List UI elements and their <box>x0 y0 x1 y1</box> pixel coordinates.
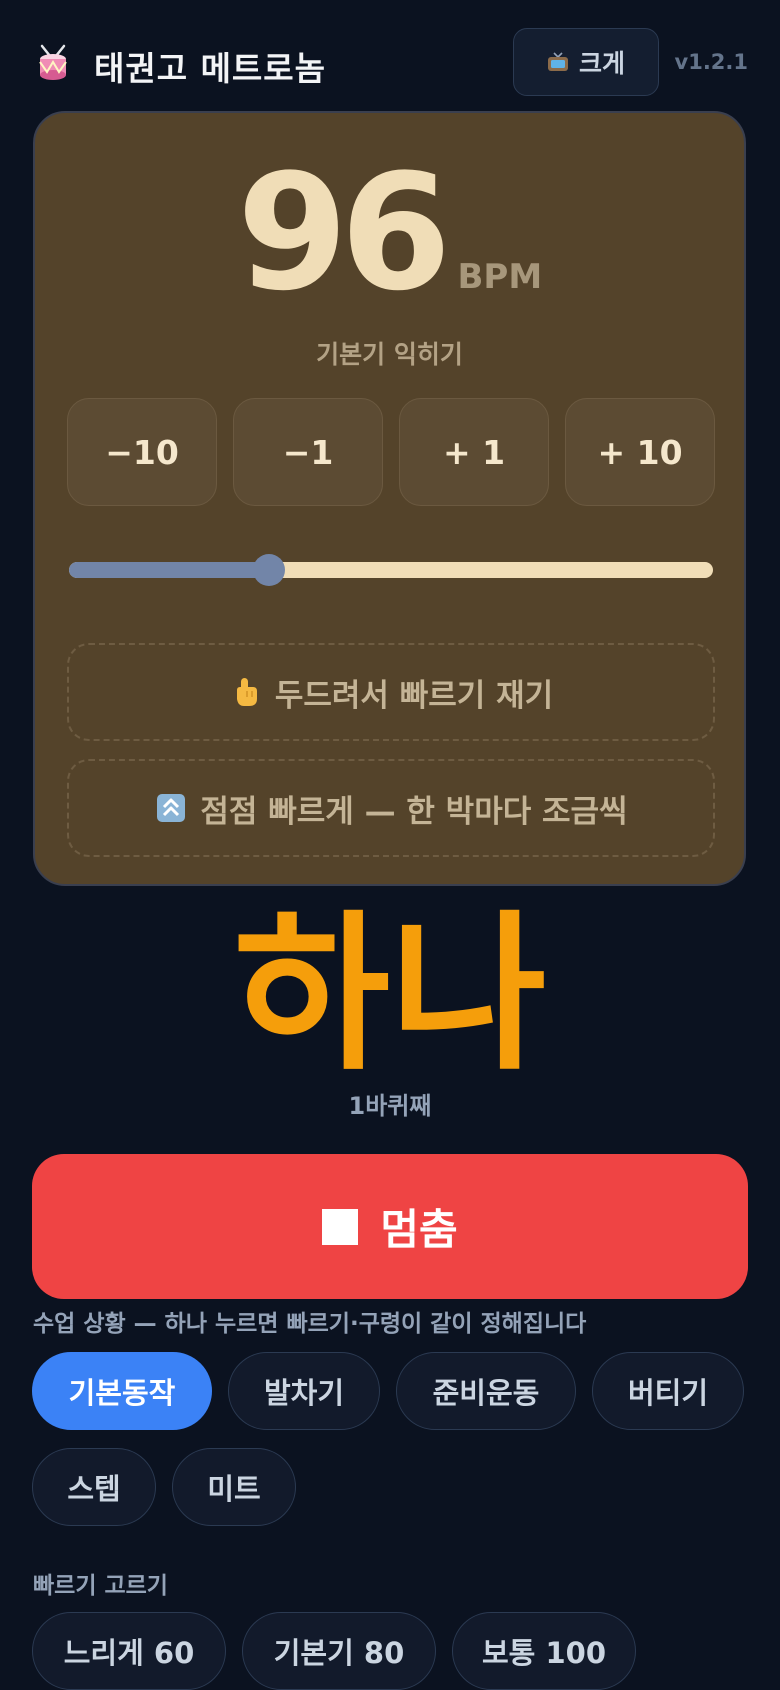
chip-speed-normal[interactable]: 보통 100 <box>452 1612 636 1690</box>
bpm-value: 96 <box>236 139 452 326</box>
ramp-tempo-button[interactable]: 점점 빠르게 — 한 박마다 조금씩 <box>67 759 715 857</box>
class-situation-label: 수업 상황 — 하나 누르면 빠르기·구령이 같이 정해집니다 <box>33 1311 587 1337</box>
bpm-step-buttons: −10 −1 + 1 + 10 <box>67 398 715 508</box>
tap-tempo-button[interactable]: 두드려서 빠르기 재기 <box>67 643 715 741</box>
stop-button-label: 멈춤 <box>380 1205 458 1254</box>
app-title: 태권고 메트로놈 <box>94 49 327 88</box>
ramp-tempo-label: 점점 빠르게 — 한 박마다 조금씩 <box>200 793 628 830</box>
big-mode-label: 크게 <box>578 49 625 78</box>
slider-thumb[interactable] <box>252 554 285 586</box>
chip-warmup[interactable]: 준비운동 <box>396 1352 576 1430</box>
chip-speed-slow[interactable]: 느리게 60 <box>32 1612 226 1690</box>
tap-tempo-label: 두드려서 빠르기 재기 <box>274 677 554 714</box>
bpm-minus-10-button[interactable]: −10 <box>67 398 217 506</box>
bpm-slider[interactable] <box>69 554 713 586</box>
stop-button[interactable]: 멈춤 <box>32 1154 748 1299</box>
stop-square-icon <box>322 1208 359 1245</box>
up-arrows-icon <box>157 794 186 822</box>
version-label: v1.2.1 <box>674 50 748 74</box>
chip-mitt[interactable]: 미트 <box>172 1448 296 1526</box>
speed-select-label: 빠르기 고르기 <box>33 1573 168 1599</box>
chip-speed-basic[interactable]: 기본기 80 <box>242 1612 436 1690</box>
app-header: 태권고 메트로놈 크게 v1.2.1 <box>32 28 748 98</box>
bpm-minus-1-button[interactable]: −1 <box>233 398 383 506</box>
chip-hold[interactable]: 버티기 <box>592 1352 744 1430</box>
big-mode-button[interactable]: 크게 <box>513 28 659 96</box>
tempo-mode-label: 기본기 익히기 <box>316 340 463 369</box>
drum-icon <box>39 44 67 80</box>
pointing-hand-icon <box>236 678 257 706</box>
chip-basic-moves[interactable]: 기본동작 <box>32 1352 212 1430</box>
slider-fill <box>69 562 269 578</box>
tv-icon <box>547 52 568 71</box>
bpm-plus-10-button[interactable]: + 10 <box>565 398 715 506</box>
chip-kicks[interactable]: 발차기 <box>228 1352 380 1430</box>
round-counter: 1바퀴째 <box>348 1092 432 1120</box>
bpm-plus-1-button[interactable]: + 1 <box>399 398 549 506</box>
beat-count-word: 하나 <box>233 896 547 1094</box>
chip-step[interactable]: 스텝 <box>32 1448 156 1526</box>
bpm-display: 96 BPM <box>35 153 744 313</box>
tempo-panel: 96 BPM 기본기 익히기 −10 −1 + 1 + 10 두드려서 빠르기 재… <box>33 111 746 886</box>
bpm-unit: BPM <box>457 257 543 297</box>
